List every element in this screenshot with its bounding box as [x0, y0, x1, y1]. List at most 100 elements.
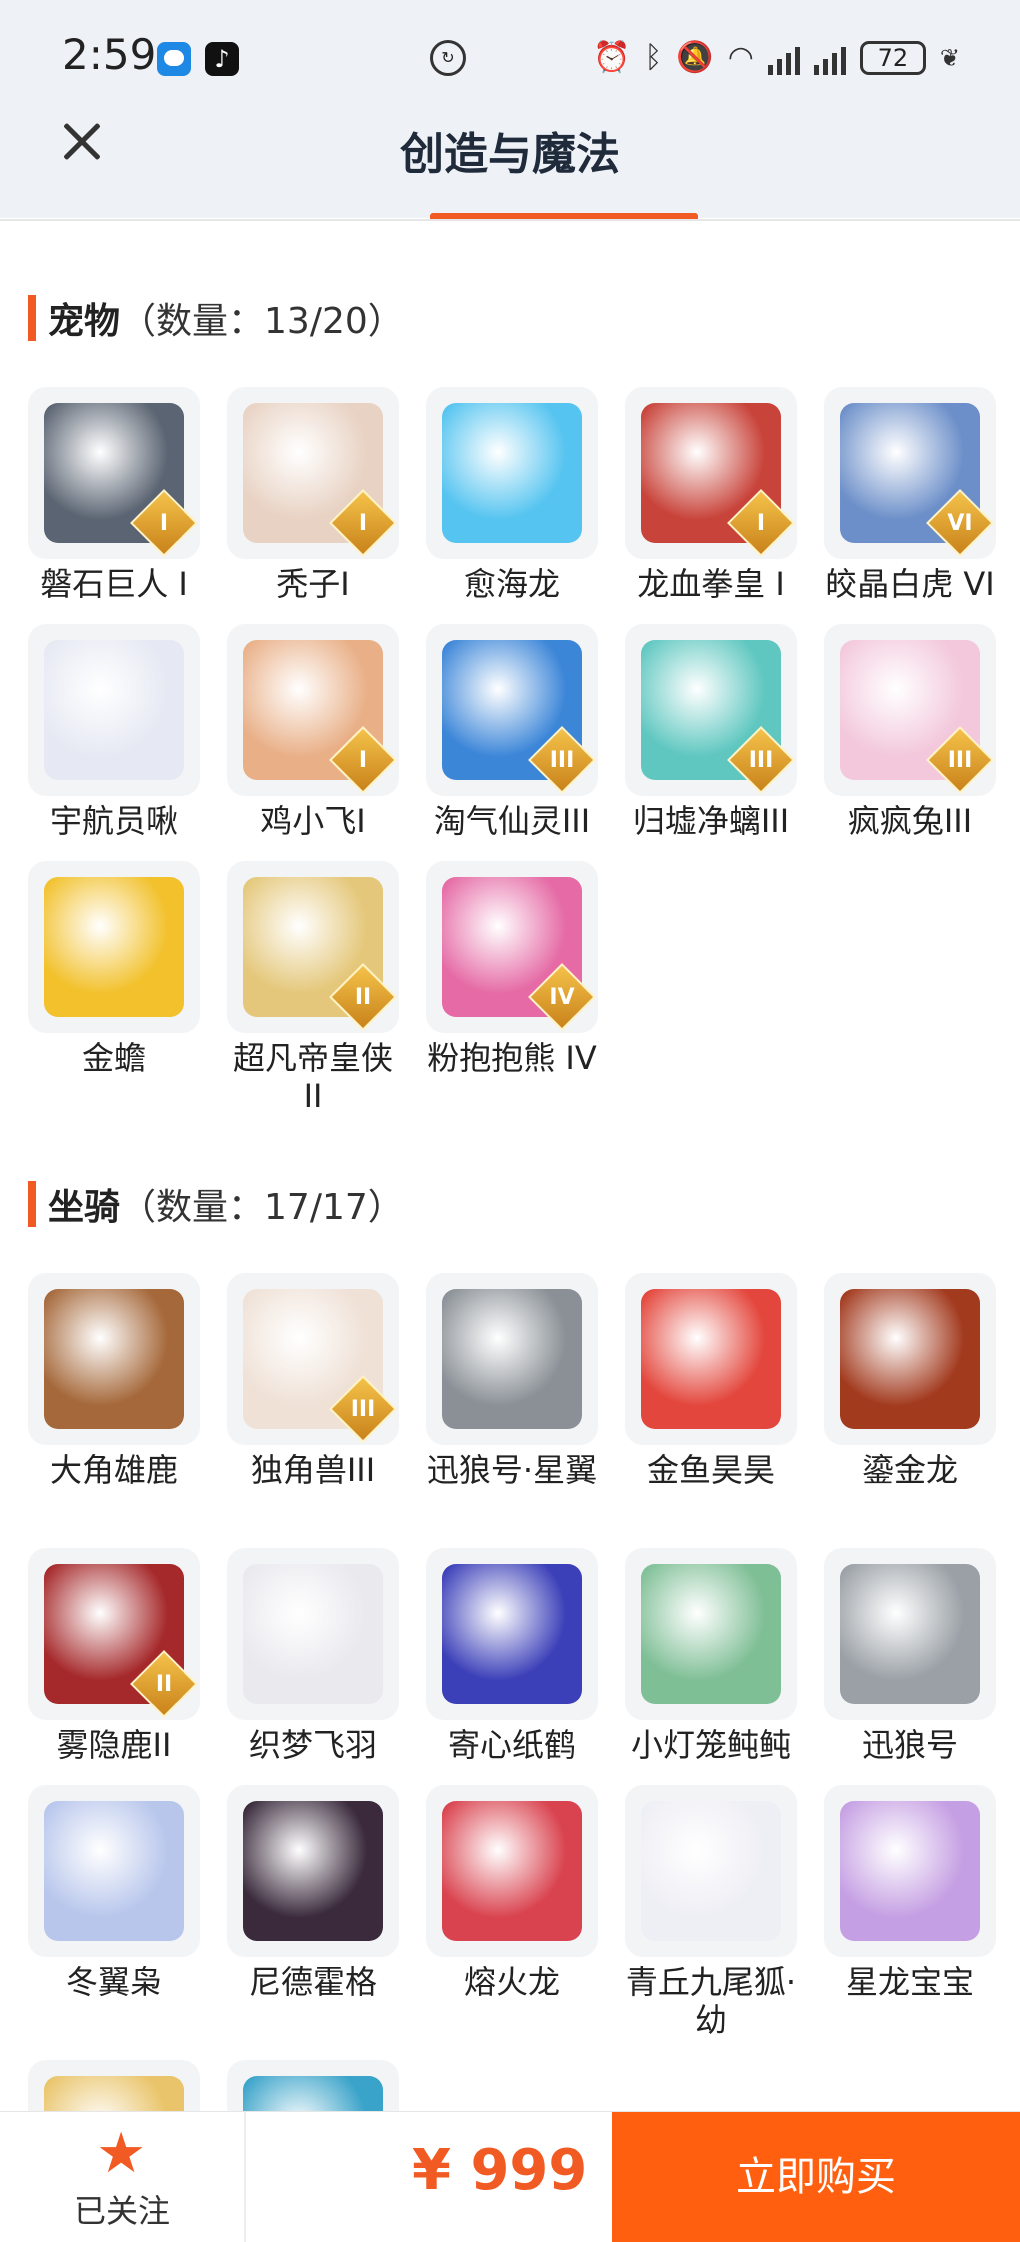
- item-thumbnail: I: [28, 387, 200, 559]
- tier-badge-label: II: [354, 984, 372, 1010]
- item-thumbnail: II: [227, 861, 399, 1033]
- item-thumbnail: [227, 1548, 399, 1720]
- item-name: 织梦飞羽: [248, 1726, 377, 1764]
- tier-badge-label: III: [549, 747, 575, 773]
- bluetooth-icon: ᛒ: [644, 40, 663, 75]
- star-icon: ★: [96, 2121, 147, 2186]
- item-name: 愈海龙: [463, 565, 560, 603]
- item-thumbnail: III: [227, 1273, 399, 1445]
- item-image: [44, 1289, 184, 1429]
- chat-app-icon: [157, 42, 191, 76]
- mount-item[interactable]: II 雾隐鹿II: [28, 1548, 200, 1764]
- item-image: [442, 1289, 582, 1429]
- item-name: 秃子I: [276, 565, 350, 603]
- mount-item[interactable]: 大角雄鹿: [28, 1273, 200, 1489]
- item-name: 磐石巨人 I: [40, 565, 188, 603]
- mount-item[interactable]: 冬翼枭: [28, 1785, 200, 2001]
- pet-item[interactable]: VI 皎晶白虎 VI: [824, 387, 996, 603]
- pet-item[interactable]: 愈海龙: [426, 387, 598, 603]
- mount-item[interactable]: 织梦飞羽: [227, 1548, 399, 1764]
- item-thumbnail: [426, 1548, 598, 1720]
- mount-item[interactable]: 小灯笼鲀鲀: [625, 1548, 797, 1764]
- follow-button[interactable]: ★ 已关注: [0, 2112, 244, 2242]
- wifi-icon: ◠: [727, 40, 754, 75]
- item-name: 龙血拳皇 I: [637, 565, 785, 603]
- item-image: [44, 877, 184, 1017]
- item-image: [44, 1801, 184, 1941]
- tier-badge-label: III: [748, 747, 774, 773]
- item-image: [243, 1801, 383, 1941]
- pet-item[interactable]: III 淘气仙灵III: [426, 624, 598, 840]
- bottom-action-bar: ★ 已关注 ¥ 999 立即购买: [0, 2111, 1020, 2242]
- item-thumbnail: [28, 624, 200, 796]
- mount-item[interactable]: 尼德霍格: [227, 1785, 399, 2001]
- mount-item[interactable]: 迅狼号·星翼: [426, 1273, 598, 1489]
- item-name: 小灯笼鲀鲀: [630, 1726, 791, 1764]
- mount-item[interactable]: 青丘九尾狐·幼: [625, 1785, 797, 2039]
- item-name: 大角雄鹿: [49, 1451, 178, 1489]
- item-image: [442, 1564, 582, 1704]
- pet-item[interactable]: I 龙血拳皇 I: [625, 387, 797, 603]
- divider: [0, 219, 1020, 221]
- tier-badge-label: III: [350, 1396, 376, 1422]
- item-name: 疯疯兔III: [847, 802, 973, 840]
- item-name: 粉抱抱熊 IV: [427, 1039, 597, 1077]
- item-name: 迅狼号: [861, 1726, 958, 1764]
- item-image: [442, 1801, 582, 1941]
- item-image: [243, 1564, 383, 1704]
- item-thumbnail: I: [625, 387, 797, 559]
- item-thumbnail: [625, 1273, 797, 1445]
- pet-item[interactable]: III 归墟净螭III: [625, 624, 797, 840]
- item-image: [840, 1289, 980, 1429]
- buy-now-button[interactable]: 立即购买: [612, 2112, 1020, 2242]
- item-name: 宇航员啾: [49, 802, 178, 840]
- item-thumbnail: [426, 1273, 598, 1445]
- item-thumbnail: III: [426, 624, 598, 796]
- item-name: 金鱼昊昊: [646, 1451, 775, 1489]
- item-thumbnail: VI: [824, 387, 996, 559]
- mute-icon: 🔕: [676, 40, 714, 75]
- item-name: 独角兽III: [250, 1451, 376, 1489]
- item-thumbnail: [824, 1273, 996, 1445]
- item-thumbnail: [625, 1548, 797, 1720]
- pet-item[interactable]: II 超凡帝皇侠II: [227, 861, 399, 1115]
- item-name: 皎晶白虎 VI: [825, 565, 995, 603]
- pet-item[interactable]: 金蟾: [28, 861, 200, 1077]
- section-marker: [28, 295, 36, 341]
- item-thumbnail: III: [824, 624, 996, 796]
- item-name: 淘气仙灵III: [433, 802, 591, 840]
- item-name: 寄心纸鹤: [447, 1726, 576, 1764]
- tier-badge-label: II: [155, 1671, 173, 1697]
- mount-item[interactable]: 星龙宝宝: [824, 1785, 996, 2001]
- pet-item[interactable]: I 秃子I: [227, 387, 399, 603]
- divider: [244, 2112, 246, 2242]
- mount-item[interactable]: 鎏金龙: [824, 1273, 996, 1489]
- pet-item[interactable]: III 疯疯兔III: [824, 624, 996, 840]
- tier-badge-label: IV: [549, 984, 575, 1010]
- pet-item[interactable]: 宇航员啾: [28, 624, 200, 840]
- item-thumbnail: [28, 1273, 200, 1445]
- mount-item[interactable]: 寄心纸鹤: [426, 1548, 598, 1764]
- item-thumbnail: [426, 1785, 598, 1957]
- item-image: [840, 1564, 980, 1704]
- mount-item[interactable]: III 独角兽III: [227, 1273, 399, 1489]
- mount-item[interactable]: 熔火龙: [426, 1785, 598, 2001]
- pet-item[interactable]: I 鸡小飞I: [227, 624, 399, 840]
- signal-icon: [767, 41, 800, 75]
- item-name: 星龙宝宝: [845, 1963, 974, 2001]
- pet-item[interactable]: I 磐石巨人 I: [28, 387, 200, 603]
- item-thumbnail: [28, 1785, 200, 1957]
- item-name: 超凡帝皇侠II: [232, 1039, 393, 1115]
- item-image: [840, 1801, 980, 1941]
- mount-item[interactable]: 金鱼昊昊: [625, 1273, 797, 1489]
- section-count: （数量：13/20）: [120, 301, 404, 342]
- pet-item[interactable]: IV 粉抱抱熊 IV: [426, 861, 598, 1077]
- item-name: 迅狼号·星翼: [426, 1451, 598, 1489]
- tier-badge-label: VI: [947, 510, 973, 536]
- price-label: ¥ 999: [412, 2138, 588, 2203]
- mount-item[interactable]: 迅狼号: [824, 1548, 996, 1764]
- tier-badge-label: I: [159, 510, 169, 536]
- item-name: 鎏金龙: [861, 1451, 958, 1489]
- item-image: [641, 1289, 781, 1429]
- item-thumbnail: II: [28, 1548, 200, 1720]
